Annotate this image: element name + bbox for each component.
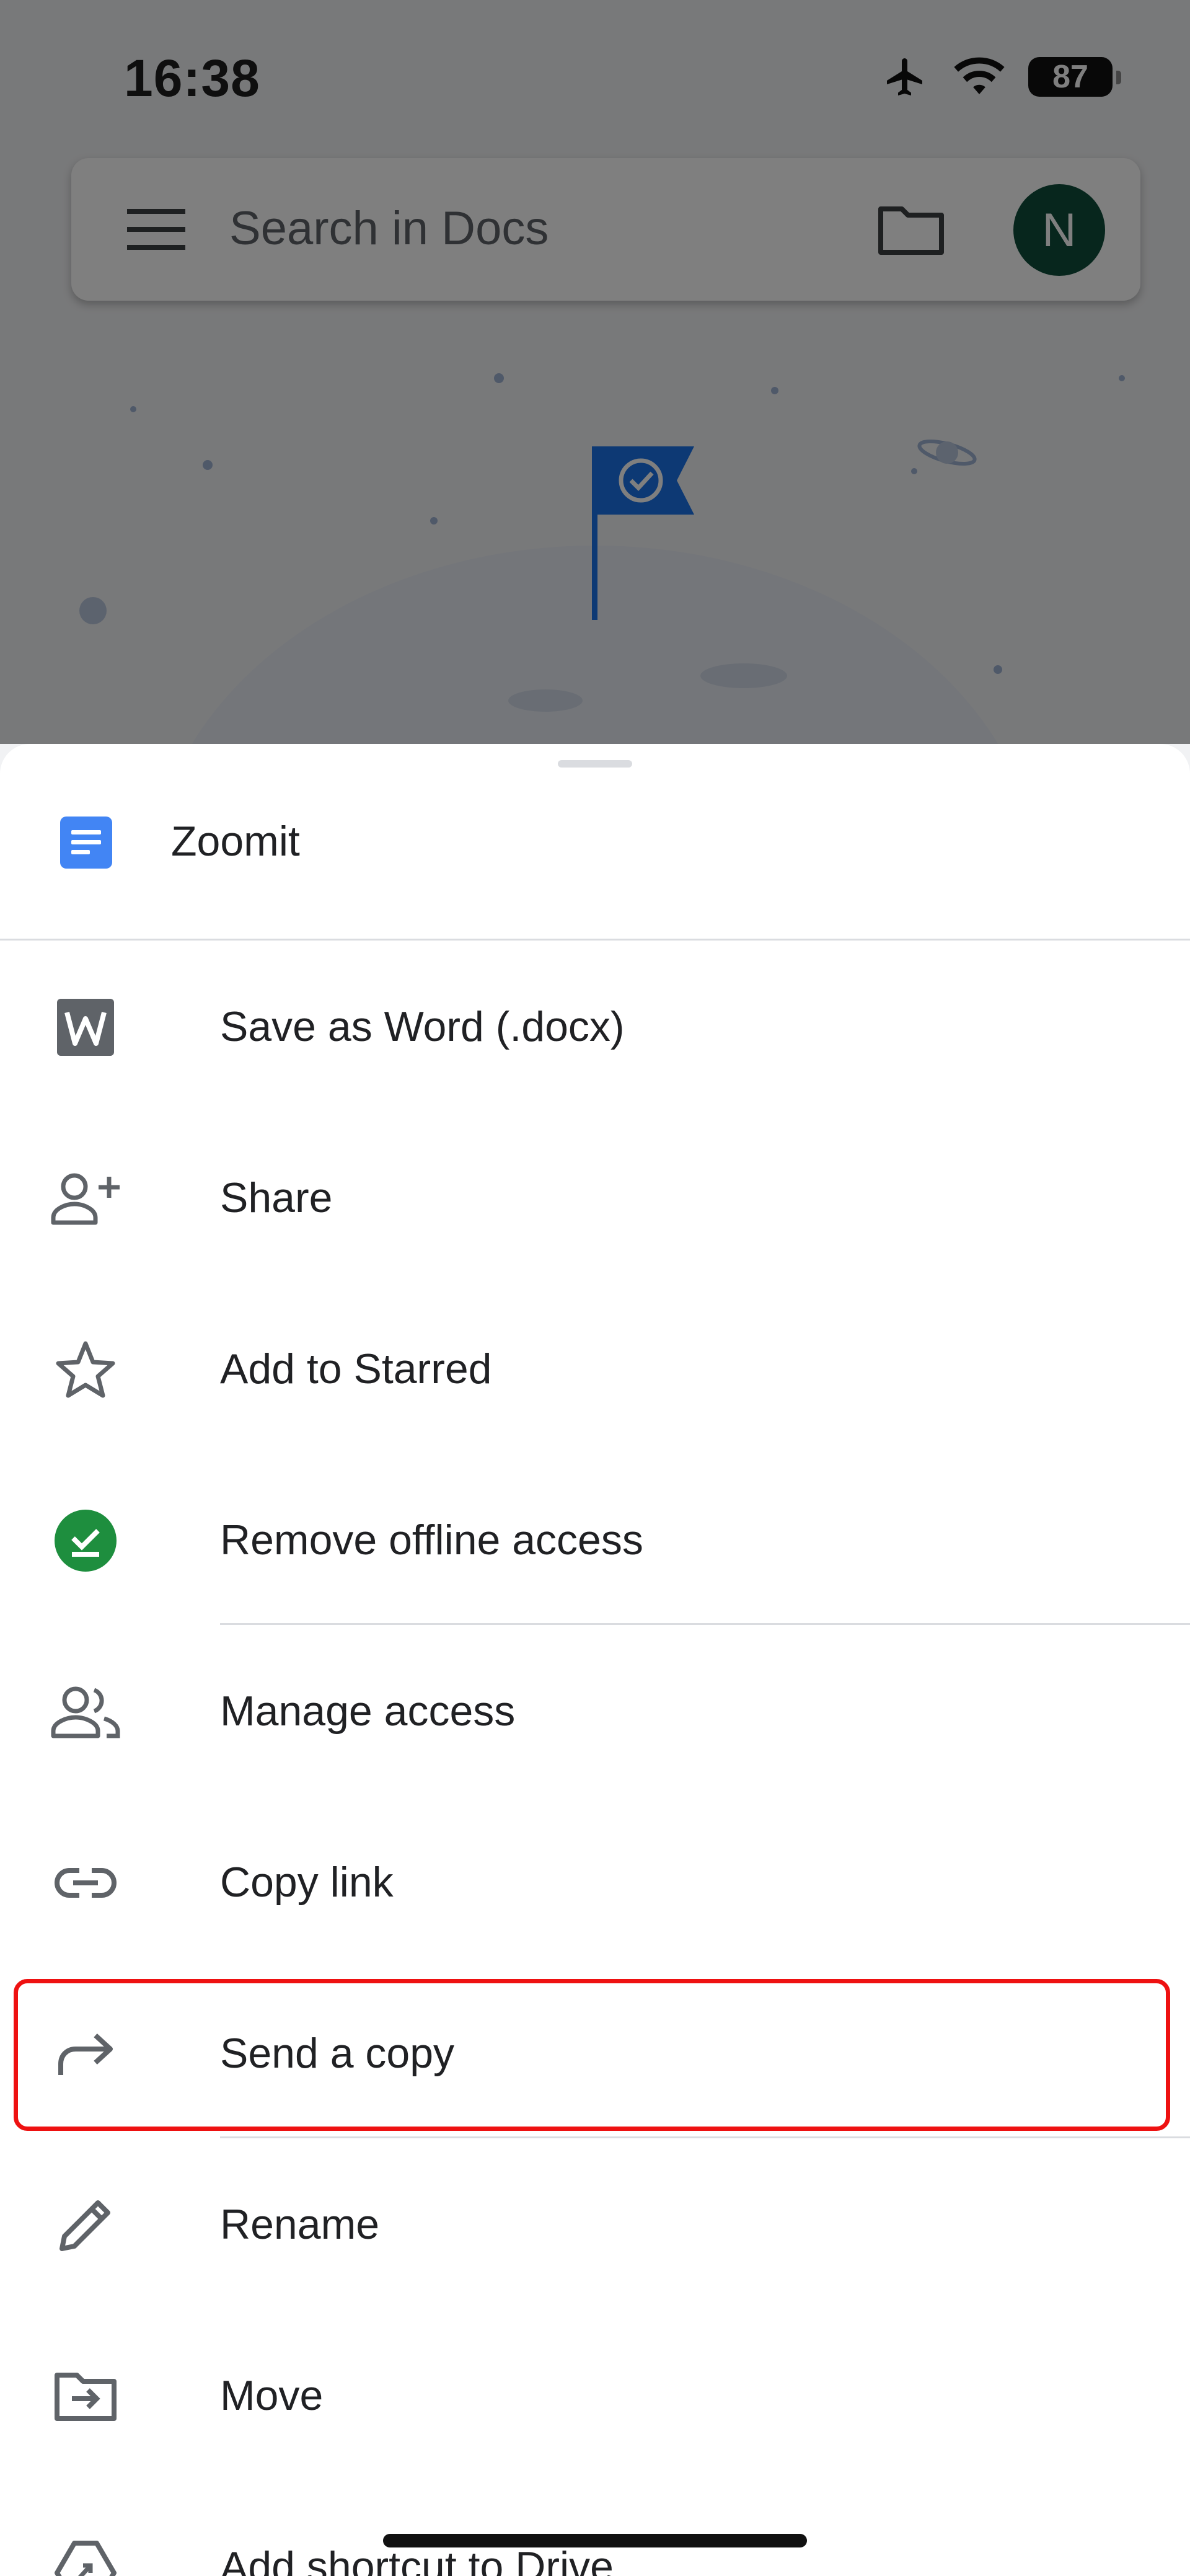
drive-shortcut-icon <box>50 2536 121 2576</box>
moon-flag-illustration <box>79 373 1125 750</box>
menu-item-move[interactable]: Move <box>0 2309 1190 2481</box>
word-icon <box>50 996 121 1058</box>
search-bar[interactable]: Search in Docs N <box>71 158 1140 301</box>
add-person-icon <box>50 1167 121 1229</box>
menu-item-label: Move <box>220 2372 324 2419</box>
sheet-header: Zoomit <box>0 769 1190 941</box>
bottom-sheet: Zoomit Save as Word (.docx) Share Add to… <box>0 744 1190 2576</box>
people-icon <box>50 1681 121 1743</box>
menu-item-label: Manage access <box>220 1688 516 1735</box>
hamburger-menu-icon[interactable] <box>127 209 185 250</box>
menu-item-remove-offline[interactable]: Remove offline access <box>0 1454 1190 1625</box>
offline-check-icon <box>50 1510 121 1572</box>
avatar[interactable]: N <box>1013 184 1105 276</box>
star-icon <box>50 1339 121 1401</box>
home-indicator[interactable] <box>383 2534 807 2547</box>
drag-handle[interactable] <box>558 760 632 768</box>
status-time: 16:38 <box>124 49 260 107</box>
status-icons: 87 <box>881 55 1121 99</box>
search-input[interactable]: Search in Docs <box>229 201 549 255</box>
menu-item-label: Share <box>220 1174 333 1221</box>
menu-item-add-shortcut[interactable]: Add shortcut to Drive <box>0 2481 1190 2576</box>
menu-item-share[interactable]: Share <box>0 1112 1190 1283</box>
menu-item-label: Add shortcut to Drive <box>220 2543 614 2576</box>
action-menu: Save as Word (.docx) Share Add to Starre… <box>0 941 1190 2576</box>
menu-item-label: Rename <box>220 2201 380 2248</box>
pencil-icon <box>50 2194 121 2256</box>
empty-state-illustration <box>0 316 1190 750</box>
menu-item-manage-access[interactable]: Manage access <box>0 1625 1190 1796</box>
airplane-icon <box>887 58 922 95</box>
file-name: Zoomit <box>171 818 300 865</box>
menu-item-copy-link[interactable]: Copy link <box>0 1796 1190 1967</box>
menu-item-label: Remove offline access <box>220 1516 643 1564</box>
menu-item-label: Copy link <box>220 1859 394 1906</box>
google-docs-icon <box>60 817 112 869</box>
link-icon <box>50 1852 121 1914</box>
menu-item-rename[interactable]: Rename <box>0 2138 1190 2309</box>
highlight-box <box>14 1979 1170 2131</box>
menu-item-save-as-word[interactable]: Save as Word (.docx) <box>0 941 1190 1112</box>
wifi-icon <box>954 57 1005 95</box>
move-folder-icon <box>50 2365 121 2427</box>
menu-item-add-to-starred[interactable]: Add to Starred <box>0 1283 1190 1454</box>
folder-icon[interactable] <box>877 200 945 256</box>
battery-icon: 87 <box>1028 57 1121 97</box>
menu-item-label: Add to Starred <box>220 1345 492 1392</box>
status-bar: 16:38 87 <box>0 0 1190 155</box>
menu-item-label: Save as Word (.docx) <box>220 1003 625 1050</box>
